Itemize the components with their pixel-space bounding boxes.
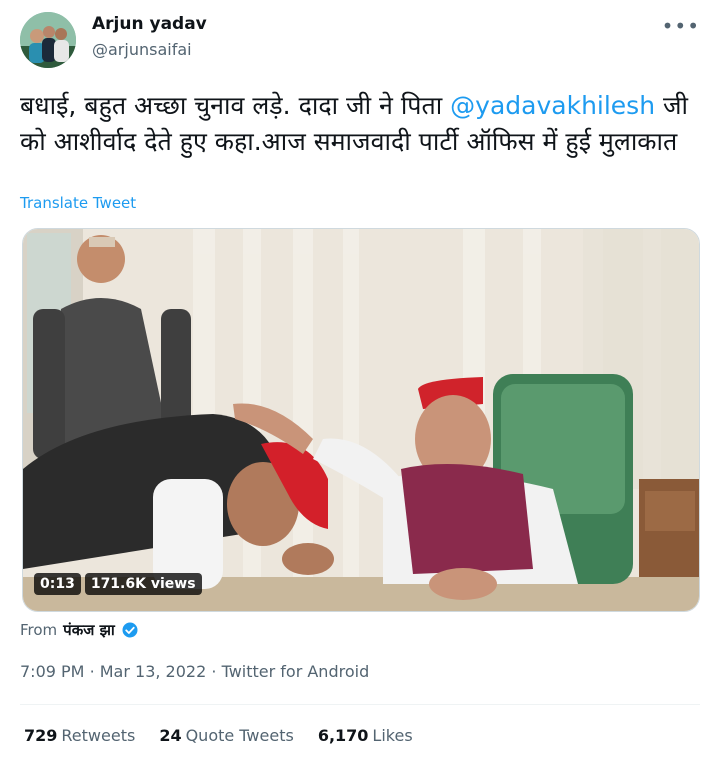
likes-label: Likes — [372, 726, 413, 745]
retweets-stat[interactable]: 729 Retweets — [24, 726, 135, 745]
video-views: 171.6K views — [84, 573, 202, 595]
video-thumbnail — [23, 229, 699, 611]
tweet-time[interactable]: 7:09 PM — [20, 662, 84, 681]
video-info: 0:13 171.6K views — [34, 573, 202, 595]
retweets-label: Retweets — [61, 726, 136, 745]
tweet-meta: 7:09 PM · Mar 13, 2022 · Twitter for And… — [20, 662, 369, 681]
from-attribution: From पंकज झा — [20, 620, 139, 640]
verified-badge-icon — [122, 622, 138, 638]
author-handle[interactable]: @arjunsaifai — [92, 40, 192, 59]
avatar[interactable] — [20, 12, 76, 68]
translate-tweet-link[interactable]: Translate Tweet — [20, 194, 136, 212]
quote-tweets-label: Quote Tweets — [185, 726, 294, 745]
tweet-stats: 729 Retweets 24 Quote Tweets 6,170 Likes — [24, 726, 413, 745]
likes-stat[interactable]: 6,170 Likes — [318, 726, 413, 745]
divider — [20, 704, 700, 705]
retweets-count: 729 — [24, 726, 58, 745]
meta-separator: · — [211, 662, 217, 681]
group-photo-avatar — [20, 12, 76, 68]
likes-count: 6,170 — [317, 726, 369, 745]
tweet-source[interactable]: Twitter for Android — [222, 662, 370, 681]
from-label: From — [20, 621, 58, 639]
tweet-date[interactable]: Mar 13, 2022 — [100, 662, 207, 681]
quote-tweets-stat[interactable]: 24 Quote Tweets — [159, 726, 294, 745]
more-horizontal-icon[interactable]: ••• — [662, 14, 700, 38]
tweet-text: बधाई, बहुत अच्छा चुनाव लड़े. दादा जी ने … — [20, 88, 690, 160]
author-name[interactable]: Arjun yadav — [92, 14, 207, 34]
quote-tweets-count: 24 — [159, 726, 182, 745]
tweet-text-part: बधाई, बहुत अच्छा चुनाव लड़े. दादा जी ने … — [20, 91, 451, 120]
mention-link[interactable]: @yadavakhilesh — [450, 91, 655, 120]
meta-separator: · — [89, 662, 95, 681]
video-player[interactable] — [22, 228, 700, 612]
from-name[interactable]: पंकज झा — [63, 620, 115, 640]
video-duration: 0:13 — [34, 573, 81, 595]
